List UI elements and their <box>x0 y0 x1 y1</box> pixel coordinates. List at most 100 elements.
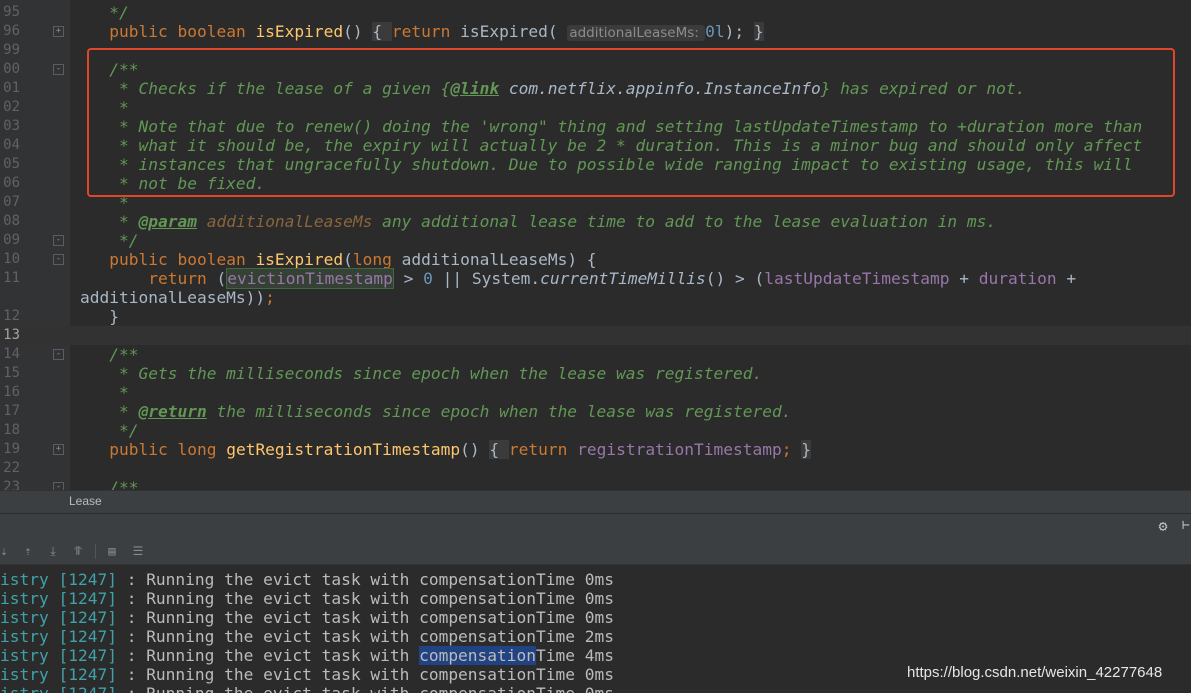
code-line[interactable]: 13 <box>0 326 1191 345</box>
code-token: registrationTimestamp <box>577 440 782 459</box>
line-number: 17 <box>3 403 20 419</box>
filter-icon[interactable]: ⥣ <box>70 543 86 559</box>
log-message: : Running the evict task with <box>116 665 420 684</box>
code-token: duration <box>978 269 1057 288</box>
breadcrumb[interactable]: Lease <box>0 490 1191 513</box>
console-log-line[interactable]: istry [1247] : Running the evict task wi… <box>0 684 614 693</box>
log-message: : Running the evict task with <box>116 646 420 665</box>
collapse-fold-icon[interactable]: - <box>53 482 64 490</box>
line-number: 00 <box>3 61 20 77</box>
code-line[interactable]: 16 * <box>0 383 1191 402</box>
code-token: () > ( <box>705 269 765 288</box>
code-token: { <box>372 22 392 41</box>
log-logger-name: istry [1247] <box>0 589 117 608</box>
code-line[interactable]: 10 - public boolean isExpired(long additi… <box>0 250 1191 269</box>
log-message: compensationTime 0ms <box>419 665 614 684</box>
code-token: additionalLeaseMs <box>196 212 373 231</box>
code-token: () <box>343 22 373 41</box>
console-toolbar: ⇣ ⇡ ⤓ ⥣ ▤ ☰ <box>0 538 1191 565</box>
code-line[interactable]: 22 <box>0 459 1191 478</box>
log-message: Time 4ms <box>536 646 614 665</box>
code-text: * @param additionalLeaseMs any additiona… <box>80 212 996 231</box>
log-message: compensationTime 0ms <box>419 570 614 589</box>
line-number: 12 <box>3 308 20 324</box>
code-line[interactable]: 96 + public boolean isExpired() { return … <box>0 22 1191 41</box>
line-number: 03 <box>3 118 20 134</box>
code-text: /** <box>80 478 138 490</box>
collapse-fold-icon[interactable]: - <box>53 349 64 360</box>
log-message: compensationTime 2ms <box>419 627 614 646</box>
code-line[interactable]: 08 * @param additionalLeaseMs any additi… <box>0 212 1191 231</box>
code-token: ; <box>265 288 275 307</box>
code-token: 0l <box>705 22 725 41</box>
code-token: } <box>753 22 764 41</box>
code-token: public boolean <box>109 250 256 269</box>
line-number: 09 <box>3 232 20 248</box>
console-log-line[interactable]: istry [1247] : Running the evict task wi… <box>0 665 614 684</box>
console-log-line[interactable]: istry [1247] : Running the evict task wi… <box>0 589 614 608</box>
breadcrumb-class-label[interactable]: Lease <box>69 494 102 508</box>
code-token: () <box>460 440 490 459</box>
line-number: 16 <box>3 384 20 400</box>
log-logger-name: istry [1247] <box>0 627 117 646</box>
code-line[interactable]: 95 */ <box>0 3 1191 22</box>
parameter-hint: additionalLeaseMs: <box>567 25 706 41</box>
line-number: 15 <box>3 365 20 381</box>
code-token: * <box>80 383 129 402</box>
expand-fold-icon[interactable]: + <box>53 26 64 37</box>
code-editor[interactable]: 95 */96 + public boolean isExpired() { re… <box>0 0 1191 490</box>
code-text: /** <box>80 345 138 364</box>
code-line[interactable]: 18 */ <box>0 421 1191 440</box>
code-line[interactable]: 17 * @return the milliseconds since epoc… <box>0 402 1191 421</box>
code-token: @return <box>138 402 207 421</box>
collapse-fold-icon[interactable]: - <box>53 235 64 246</box>
code-token: additionalLeaseMs)) <box>80 288 266 307</box>
code-line[interactable]: 12 } <box>0 307 1191 326</box>
code-token: getRegistrationTimestamp <box>226 440 461 459</box>
soft-wrap-icon[interactable]: ⇣ <box>0 543 12 559</box>
console-log-line[interactable]: istry [1247] : Running the evict task wi… <box>0 646 614 665</box>
code-line[interactable]: 19 + public long getRegistrationTimestamp… <box>0 440 1191 459</box>
code-line[interactable]: additionalLeaseMs)); <box>0 288 1191 307</box>
toolbar-separator <box>95 544 96 559</box>
line-number: 02 <box>3 99 20 115</box>
line-number: 99 <box>3 42 20 58</box>
code-token: + <box>1056 269 1077 288</box>
code-token: /** <box>80 478 139 490</box>
scroll-up-icon[interactable]: ⇡ <box>20 543 36 559</box>
line-number: 10 <box>3 251 20 267</box>
scroll-to-end-icon[interactable]: ⤓ <box>45 543 61 559</box>
code-token: isExpired <box>255 250 344 269</box>
line-number: 04 <box>3 137 20 153</box>
code-token: return <box>508 440 578 459</box>
code-line[interactable]: 09 - */ <box>0 231 1191 250</box>
console-log-line[interactable]: istry [1247] : Running the evict task wi… <box>0 608 614 627</box>
code-token: the milliseconds since epoch when the le… <box>206 402 792 421</box>
code-text: * Gets the milliseconds since epoch when… <box>80 364 762 383</box>
collapse-fold-icon[interactable]: - <box>53 64 64 75</box>
log-message: : Running the evict task with <box>116 589 420 608</box>
gear-icon[interactable]: ⚙ <box>1155 518 1171 534</box>
log-logger-name: istry [1247] <box>0 608 117 627</box>
line-number: 01 <box>3 80 20 96</box>
code-text: */ <box>80 231 139 250</box>
expand-fold-icon[interactable]: + <box>53 444 64 455</box>
code-token: /** <box>80 345 139 364</box>
print-icon[interactable]: ▤ <box>104 543 120 559</box>
clear-all-icon[interactable]: ☰ <box>130 543 146 559</box>
code-line[interactable]: 14 - /** <box>0 345 1191 364</box>
code-text: return (evictionTimestamp > 0 || System.… <box>80 268 1077 289</box>
code-line[interactable]: 15 * Gets the milliseconds since epoch w… <box>0 364 1191 383</box>
collapse-fold-icon[interactable]: - <box>53 254 64 265</box>
code-line[interactable]: 23 - /** <box>0 478 1191 490</box>
line-number: 05 <box>3 156 20 172</box>
code-line[interactable]: 11 return (evictionTimestamp > 0 || Syst… <box>0 268 1191 289</box>
log-message: : Running the evict task with <box>116 608 420 627</box>
hide-panel-icon[interactable]: ⊢ <box>1182 518 1191 534</box>
code-token: evictionTimestamp <box>226 268 394 289</box>
console-log-line[interactable]: istry [1247] : Running the evict task wi… <box>0 627 614 646</box>
line-number: 06 <box>3 175 20 191</box>
console-log-line[interactable]: istry [1247] : Running the evict task wi… <box>0 570 614 589</box>
